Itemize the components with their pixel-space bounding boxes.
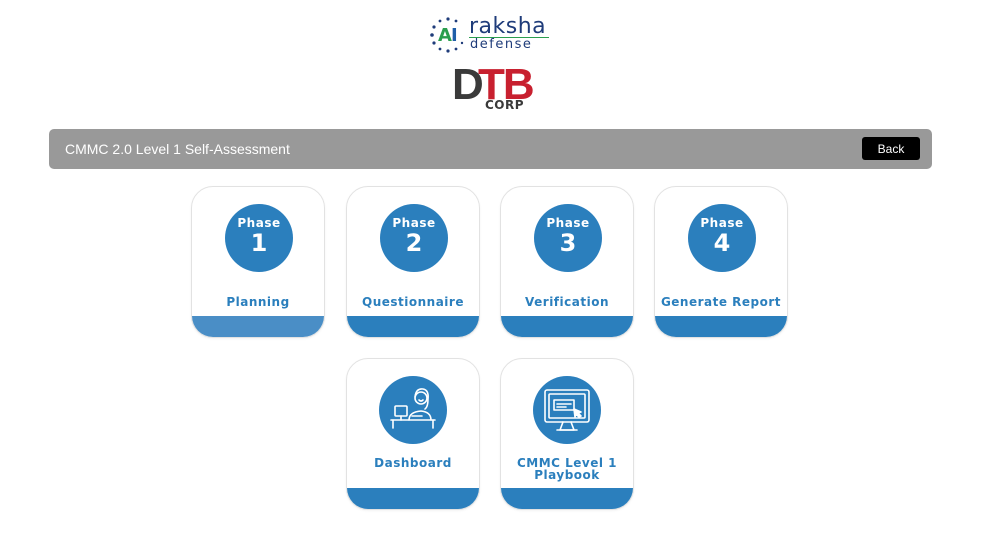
card-footer <box>192 316 324 337</box>
phase-1-card[interactable]: Phase 1 Planning <box>191 186 325 338</box>
ai-monogram: AI <box>438 25 458 46</box>
person-at-desk-icon <box>379 376 447 444</box>
raksha-defense-logo: AI raksha defense <box>429 14 553 56</box>
phase-3-card[interactable]: Phase 3 Verification <box>500 186 634 338</box>
dashboard-card[interactable]: Dashboard <box>346 358 480 510</box>
phase-4-card[interactable]: Phase 4 Generate Report <box>654 186 788 338</box>
back-button[interactable]: Back <box>862 137 920 160</box>
defense-wordmark: defense <box>470 37 533 52</box>
card-footer <box>501 488 633 509</box>
phase-2-label: Questionnaire <box>362 295 464 309</box>
phase-1-label: Planning <box>226 295 290 309</box>
card-footer <box>347 488 479 509</box>
phase-3-label: Verification <box>525 295 609 309</box>
dtb-corp-logo: D TB CORP <box>452 60 535 116</box>
header-bar: CMMC 2.0 Level 1 Self-Assessment Back <box>49 129 932 169</box>
card-footer <box>655 316 787 337</box>
playbook-card[interactable]: CMMC Level 1 Playbook <box>500 358 634 510</box>
phase-4-label: Generate Report <box>660 295 782 309</box>
phase-1-badge: Phase 1 <box>225 204 293 272</box>
raksha-wordmark: raksha <box>469 14 547 39</box>
phase-3-badge: Phase 3 <box>534 204 602 272</box>
card-footer <box>347 316 479 337</box>
phase-4-badge: Phase 4 <box>688 204 756 272</box>
playbook-label: CMMC Level 1 Playbook <box>516 456 618 482</box>
phase-2-card[interactable]: Phase 2 Questionnaire <box>346 186 480 338</box>
page-title: CMMC 2.0 Level 1 Self-Assessment <box>65 141 290 157</box>
dashboard-label: Dashboard <box>374 456 452 470</box>
monitor-document-icon <box>533 376 601 444</box>
dtb-corp-text: CORP <box>485 98 525 112</box>
phase-2-badge: Phase 2 <box>380 204 448 272</box>
card-footer <box>501 316 633 337</box>
